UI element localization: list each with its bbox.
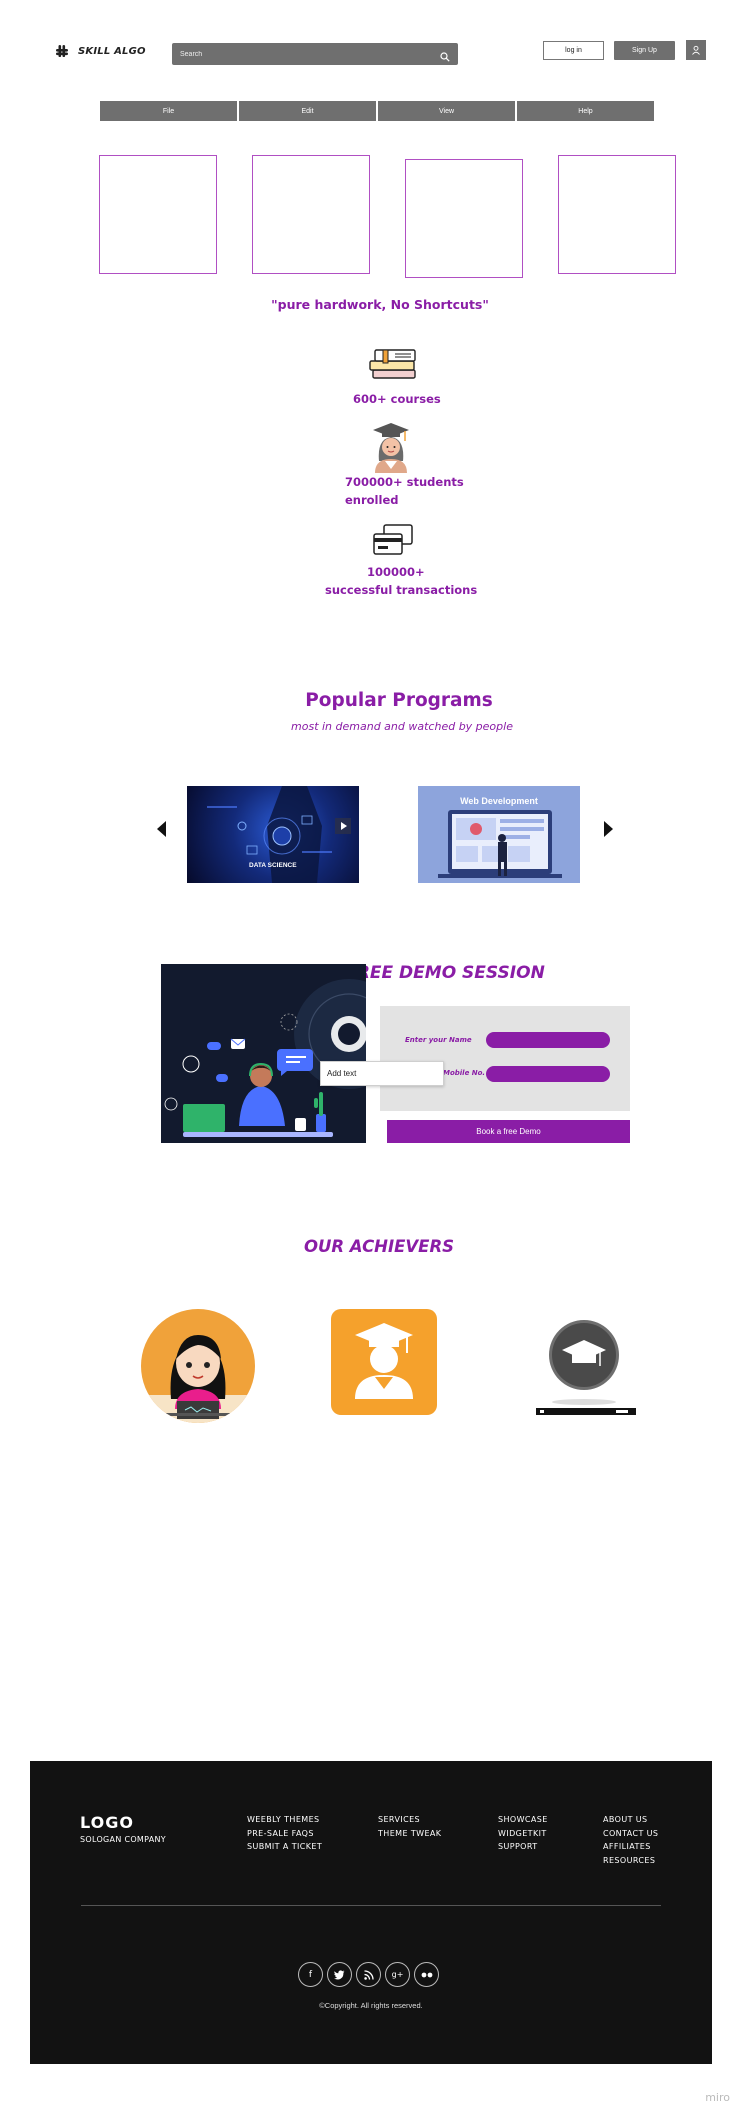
footer-link[interactable]: SUPPORT (498, 1840, 548, 1854)
demo-illustration (161, 964, 366, 1143)
programs-title: Popular Programs (305, 690, 493, 711)
graduate-icon (371, 421, 411, 478)
footer-col-4: ABOUT US CONTACT US AFFILIATES RESOURCES (603, 1813, 658, 1867)
footer-link[interactable]: SERVICES (378, 1813, 441, 1827)
footer-link[interactable]: WEEBLY THEMES (247, 1813, 322, 1827)
students-line-1: 700000+ students (345, 475, 464, 489)
program-card-data-science[interactable]: DATA SCIENCE (187, 786, 359, 883)
credit-cards-icon (372, 523, 414, 562)
copyright-text: ©Copyright. All rights reserved. (319, 2001, 423, 2010)
user-icon[interactable] (686, 40, 706, 60)
achiever-graduate-icon (331, 1309, 437, 1415)
transactions-line-1: 100000+ (367, 565, 425, 579)
footer-link[interactable]: AFFILIATES (603, 1840, 658, 1854)
signup-button[interactable]: Sign Up (614, 41, 675, 60)
add-text-box[interactable]: Add text (320, 1061, 444, 1086)
menu-help[interactable]: Help (517, 101, 654, 121)
footer-logo[interactable]: LOGO (80, 1813, 134, 1832)
placeholder-frame-4 (558, 155, 676, 274)
menu-view[interactable]: View (378, 101, 515, 121)
search-bar[interactable] (172, 43, 458, 65)
footer-divider (81, 1905, 661, 1906)
web-dev-illustration (438, 810, 562, 878)
name-label: Enter your Name (405, 1036, 472, 1044)
footer-slogan: SOLOGAN COMPANY (80, 1835, 166, 1844)
placeholder-frame-1 (99, 155, 217, 274)
placeholder-frame-2 (252, 155, 370, 274)
transactions-line-2: successful transactions (325, 583, 478, 597)
menu-file[interactable]: File (100, 101, 237, 121)
tagline-quote: "pure hardwork, No Shortcuts" (271, 297, 489, 312)
menu-bar: File Edit View Help (100, 101, 654, 121)
demo-title: BOOK A FREE DEMO SESSION (265, 963, 545, 983)
footer-link[interactable]: ABOUT US (603, 1813, 658, 1827)
footer-col-3: SHOWCASE WIDGETKIT SUPPORT (498, 1813, 548, 1854)
twitter-icon[interactable] (327, 1962, 352, 1987)
footer-link[interactable]: CONTACT US (603, 1827, 658, 1841)
mobile-input[interactable] (486, 1066, 610, 1082)
slack-logo-icon (54, 43, 70, 59)
footer-link[interactable]: PRE-SALE FAQS (247, 1827, 322, 1841)
students-line-2: enrolled (345, 493, 399, 507)
name-input[interactable] (486, 1032, 610, 1048)
footer-link[interactable]: THEME TWEAK (378, 1827, 441, 1841)
book-demo-button[interactable]: Book a free Demo (387, 1120, 630, 1143)
footer-link[interactable]: WIDGETKIT (498, 1827, 548, 1841)
courses-count: 600+ courses (353, 392, 441, 406)
footer: LOGO SOLOGAN COMPANY WEEBLY THEMES PRE-S… (30, 1761, 712, 2064)
footer-link[interactable]: SUBMIT A TICKET (247, 1840, 322, 1854)
books-icon (367, 346, 421, 387)
achiever-graduation-cap-icon (536, 1320, 636, 1416)
footer-link[interactable]: SHOWCASE (498, 1813, 548, 1827)
program-card-web-development[interactable]: Web Development (418, 786, 580, 883)
search-icon[interactable] (440, 49, 450, 62)
menu-edit[interactable]: Edit (239, 101, 376, 121)
social-links: f g+ (298, 1962, 439, 1987)
programs-subtitle: most in demand and watched by people (291, 720, 513, 733)
card-data-science-title: DATA SCIENCE (249, 862, 297, 869)
achievers-title: OUR ACHIEVERS (303, 1237, 455, 1256)
achiever-avatar-girl (141, 1309, 255, 1423)
brand-logo[interactable]: SKILL ALGO (54, 43, 146, 59)
mobile-label: Mobile No. (443, 1069, 486, 1077)
carousel-next-arrow-icon[interactable] (604, 821, 613, 837)
facebook-icon[interactable]: f (298, 1962, 323, 1987)
footer-link[interactable]: RESOURCES (603, 1854, 658, 1868)
login-button[interactable]: log in (543, 41, 604, 60)
google-plus-icon[interactable]: g+ (385, 1962, 410, 1987)
brand-name: SKILL ALGO (78, 45, 146, 57)
search-input[interactable] (180, 50, 440, 58)
footer-col-2: SERVICES THEME TWEAK (378, 1813, 441, 1840)
carousel-prev-arrow-icon[interactable] (157, 821, 166, 837)
flickr-icon[interactable] (414, 1962, 439, 1987)
page: SKILL ALGO log in Sign Up File Edit View… (0, 0, 738, 2116)
rss-icon[interactable] (356, 1962, 381, 1987)
placeholder-frame-3 (405, 159, 523, 278)
miro-watermark: miro (705, 2091, 730, 2104)
footer-col-1: WEEBLY THEMES PRE-SALE FAQS SUBMIT A TIC… (247, 1813, 322, 1854)
demo-form (380, 1006, 630, 1111)
